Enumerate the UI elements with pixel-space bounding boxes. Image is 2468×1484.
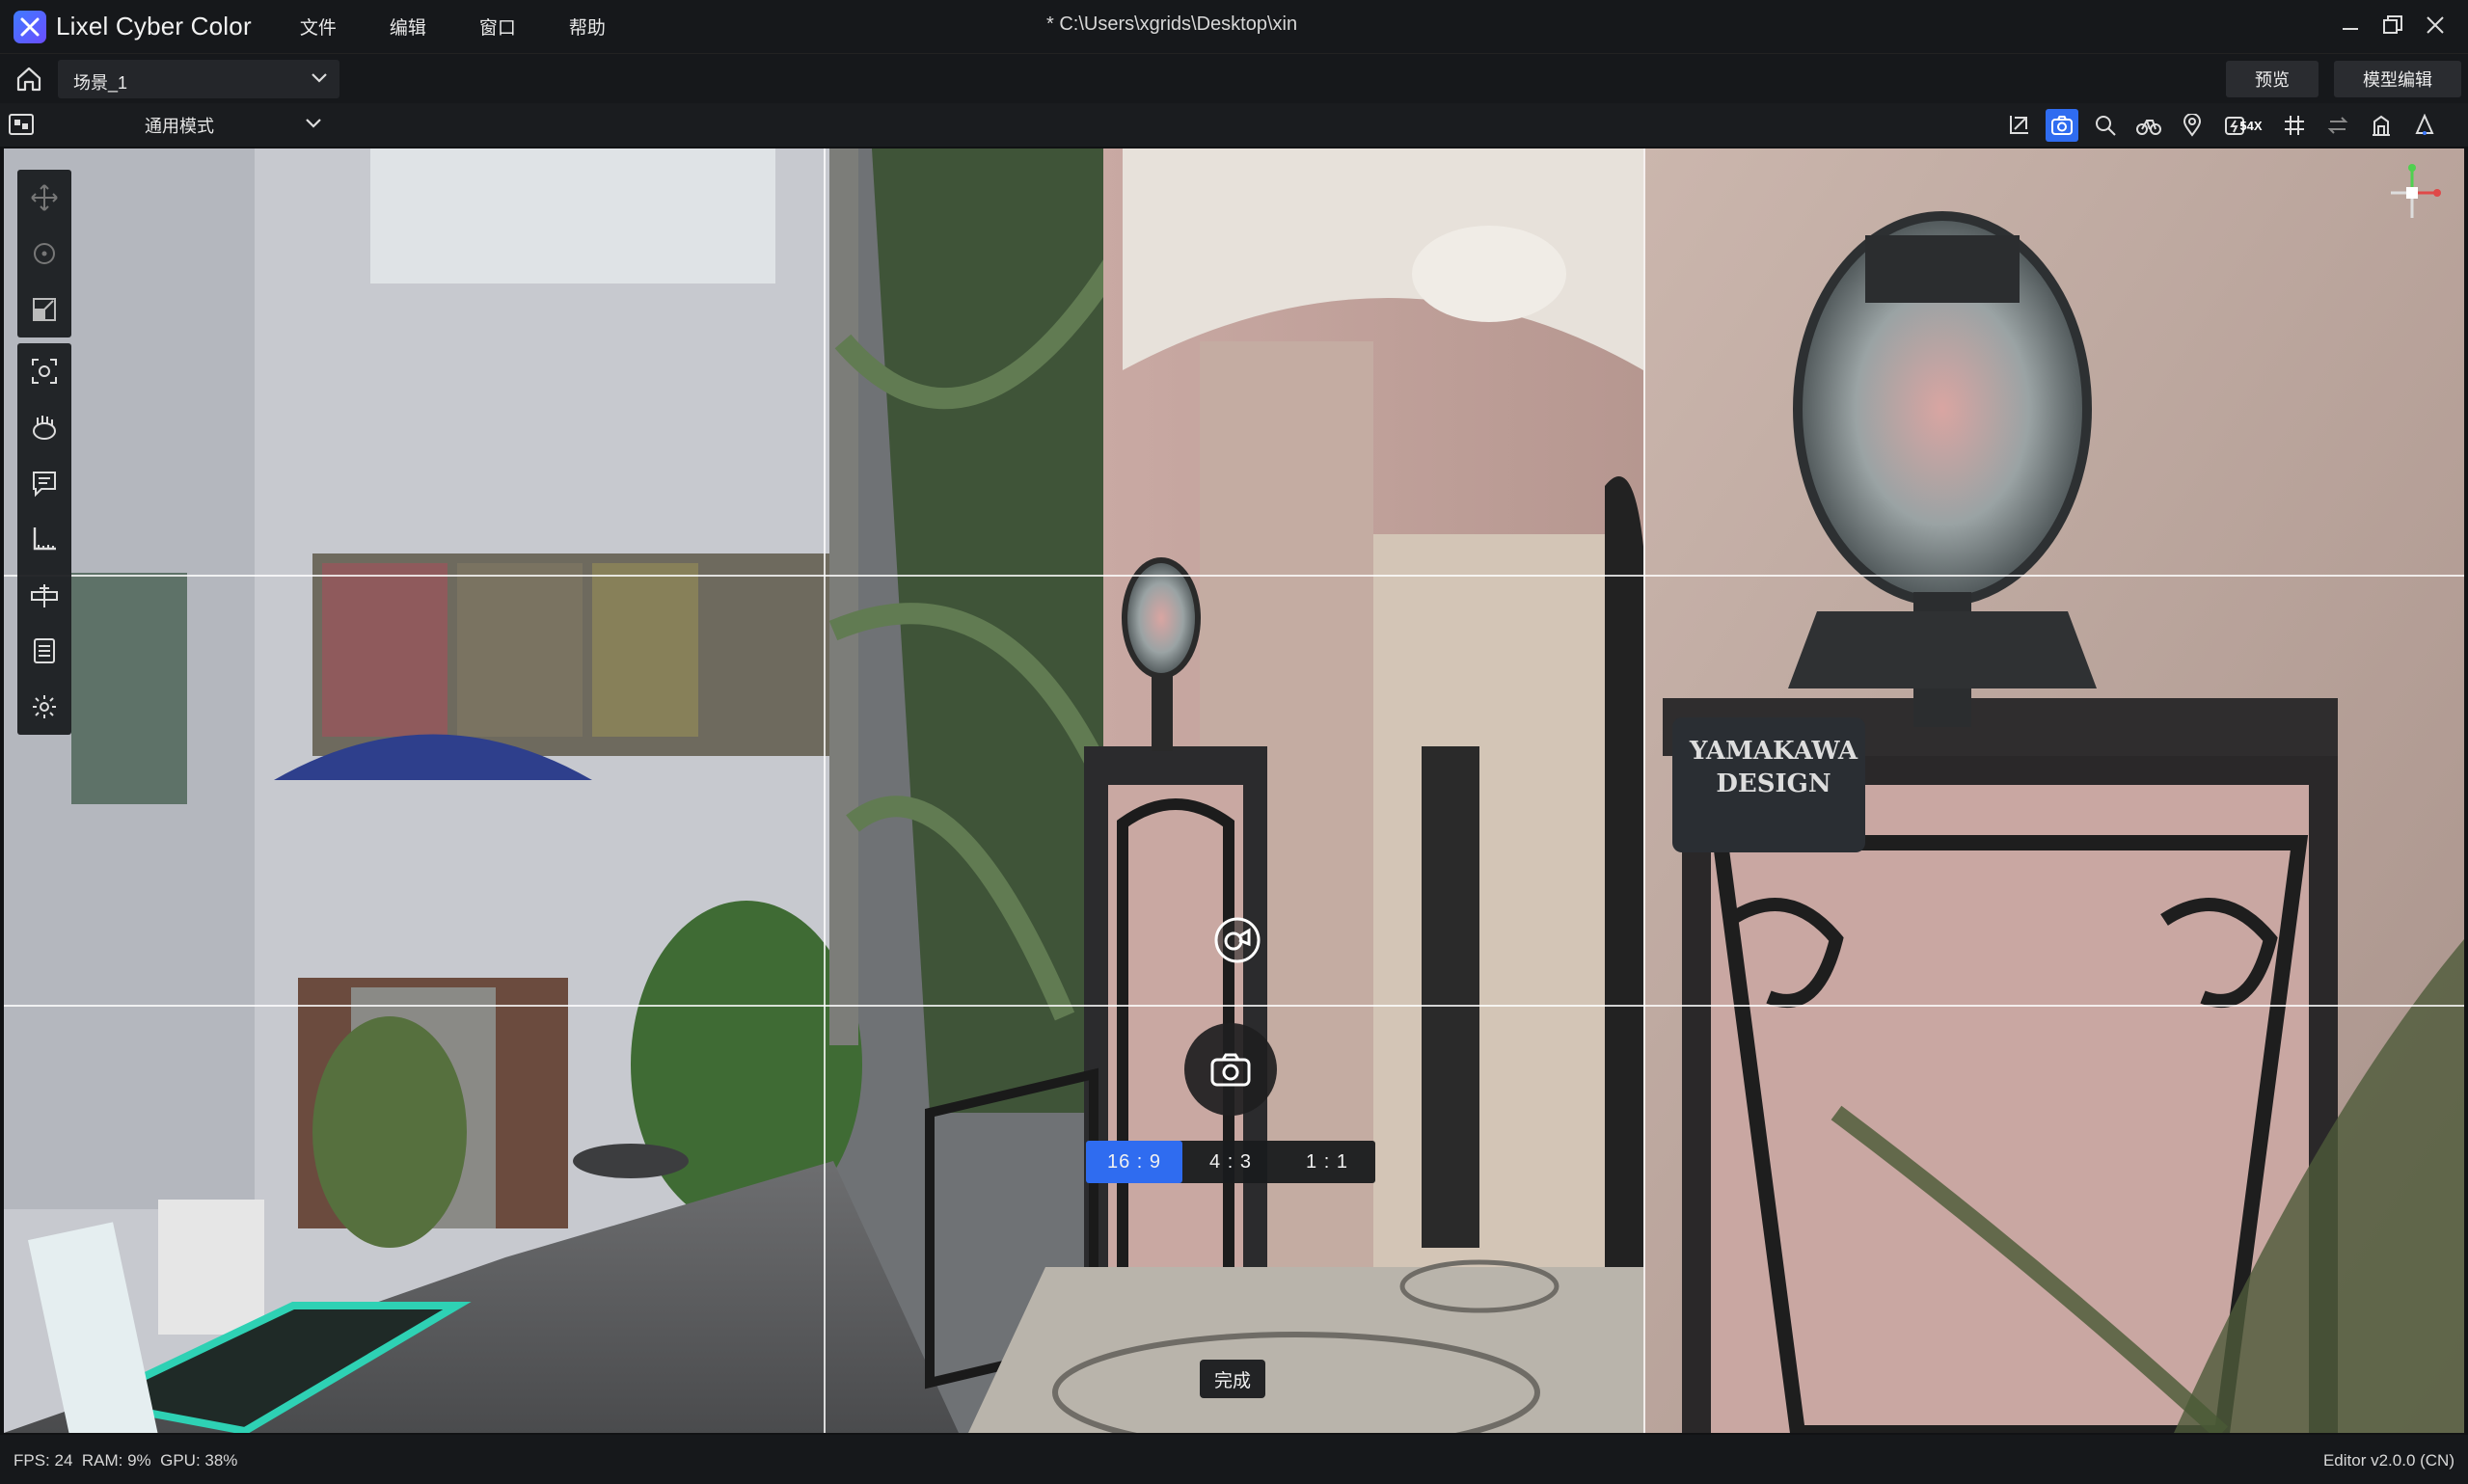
cone-button[interactable] (2408, 109, 2441, 142)
title-bar: Lixel Cyber Color 文件 编辑 窗口 帮助 * C:\Users… (0, 0, 2468, 53)
measure-icon (33, 527, 56, 551)
done-button[interactable]: 完成 (1200, 1360, 1265, 1398)
menu-bar: 文件 编辑 窗口 帮助 (300, 13, 659, 40)
home-button[interactable] (14, 64, 44, 94)
camera-button[interactable] (2046, 109, 2078, 142)
app-logo: Lixel Cyber Color (14, 10, 252, 43)
location-pin-icon (2183, 114, 2202, 137)
grid-line-horizontal (4, 575, 2464, 577)
sun-icon (33, 695, 56, 718)
grid-line-vertical (1643, 148, 1645, 1433)
scene-bar: 场景_1 预览 模型编辑 (0, 53, 2468, 104)
toolbar-icons: 54X (1992, 109, 2441, 142)
sign-line2: DESIGN (1716, 769, 1831, 798)
building-icon (2373, 115, 2390, 136)
rotate-icon (34, 243, 55, 264)
grid-line-horizontal (4, 1005, 2464, 1007)
search-shape-icon (2096, 116, 2116, 136)
crop-axis-icon (2010, 116, 2028, 134)
grid-icon (2285, 116, 2304, 135)
chevron-down-icon[interactable] (305, 117, 322, 130)
move-icon (31, 184, 58, 211)
preview-button[interactable]: 预览 (2226, 61, 2319, 97)
chevron-down-icon (312, 73, 327, 83)
menu-window[interactable]: 窗口 (479, 13, 516, 40)
orientation-gizmo[interactable] (2381, 162, 2443, 224)
building-button[interactable] (2365, 109, 2398, 142)
restore-button[interactable] (2372, 6, 2414, 44)
close-icon (2427, 16, 2444, 34)
view-tools (17, 343, 71, 735)
scene-select[interactable]: 场景_1 (58, 60, 339, 98)
speed-label: 54X (2239, 118, 2263, 133)
scene-name: 场景_1 (73, 73, 128, 93)
crop-axis-button[interactable] (2002, 109, 2035, 142)
restore-icon (2383, 15, 2402, 34)
list-icon (34, 638, 55, 663)
scale-tool[interactable] (17, 282, 71, 337)
performance-stats: FPS: 24 RAM: 9% GPU: 38% (14, 1451, 238, 1470)
cone-icon (2415, 114, 2434, 135)
rotate-tool[interactable] (17, 226, 71, 282)
window-controls (2329, 6, 2456, 44)
hand-tool[interactable] (17, 399, 71, 455)
mode-select[interactable]: 通用模式 (145, 113, 214, 138)
camera-icon (1210, 1053, 1251, 1087)
menu-help[interactable]: 帮助 (569, 13, 606, 40)
screen-button[interactable] (8, 113, 35, 138)
focus-tool[interactable] (17, 343, 71, 399)
capture-button[interactable] (1184, 1023, 1277, 1116)
status-bar: FPS: 24 RAM: 9% GPU: 38% Editor v2.0.0 (… (0, 1435, 2468, 1484)
home-icon (16, 67, 41, 92)
screen-icon (9, 114, 34, 135)
speed-button[interactable]: 54X (2219, 109, 2267, 142)
annotation-icon (33, 472, 56, 498)
focus-icon (32, 359, 57, 384)
bike-button[interactable] (2132, 109, 2165, 142)
window-title: * C:\Users\xgrids\Desktop\xin (1046, 13, 1298, 35)
annotation-tool[interactable] (17, 455, 71, 511)
aspect-ratio-selector: 16 : 9 4 : 3 1 : 1 (1086, 1141, 1375, 1183)
ruler-icon (31, 584, 58, 607)
camera-icon (2051, 116, 2073, 135)
minimize-button[interactable] (2329, 6, 2372, 44)
measure-tool[interactable] (17, 511, 71, 567)
axis-gizmo-icon (2391, 164, 2441, 218)
ratio-1-1[interactable]: 1 : 1 (1279, 1141, 1375, 1183)
bike-icon (2136, 120, 2161, 135)
cursor-indicator (1212, 915, 1262, 965)
menu-edit[interactable]: 编辑 (390, 13, 426, 40)
model-edit-button[interactable]: 模型编辑 (2334, 61, 2461, 97)
move-tool[interactable] (17, 170, 71, 226)
app-name: Lixel Cyber Color (56, 12, 252, 40)
editor-version: Editor v2.0.0 (CN) (2322, 1451, 2454, 1470)
menu-file[interactable]: 文件 (300, 13, 337, 40)
ratio-16-9[interactable]: 16 : 9 (1086, 1141, 1182, 1183)
hand-icon (33, 416, 56, 440)
left-tool-palette (17, 170, 71, 741)
grid-line-vertical (824, 148, 826, 1433)
minimize-icon (2343, 28, 2358, 30)
capture-cursor-icon (1214, 917, 1261, 963)
lighting-tool[interactable] (17, 679, 71, 735)
search-shape-button[interactable] (2089, 109, 2122, 142)
location-button[interactable] (2176, 109, 2209, 142)
street-scene-image (4, 148, 2464, 1433)
viewport-3d[interactable]: YAMAKAWA DESIGN (4, 148, 2464, 1433)
grid-button[interactable] (2278, 109, 2311, 142)
ruler-tool[interactable] (17, 567, 71, 623)
transform-tools (17, 170, 71, 337)
app-logo-icon (14, 10, 46, 43)
swap-icon (2327, 117, 2348, 134)
close-button[interactable] (2414, 6, 2456, 44)
view-toolbar: 通用模式 54X (0, 103, 2468, 147)
business-sign: YAMAKAWA DESIGN (1687, 735, 1860, 800)
list-tool[interactable] (17, 623, 71, 679)
swap-button[interactable] (2321, 109, 2354, 142)
ratio-4-3[interactable]: 4 : 3 (1182, 1141, 1279, 1183)
scale-icon (33, 298, 56, 321)
sign-line1: YAMAKAWA (1689, 737, 1858, 766)
